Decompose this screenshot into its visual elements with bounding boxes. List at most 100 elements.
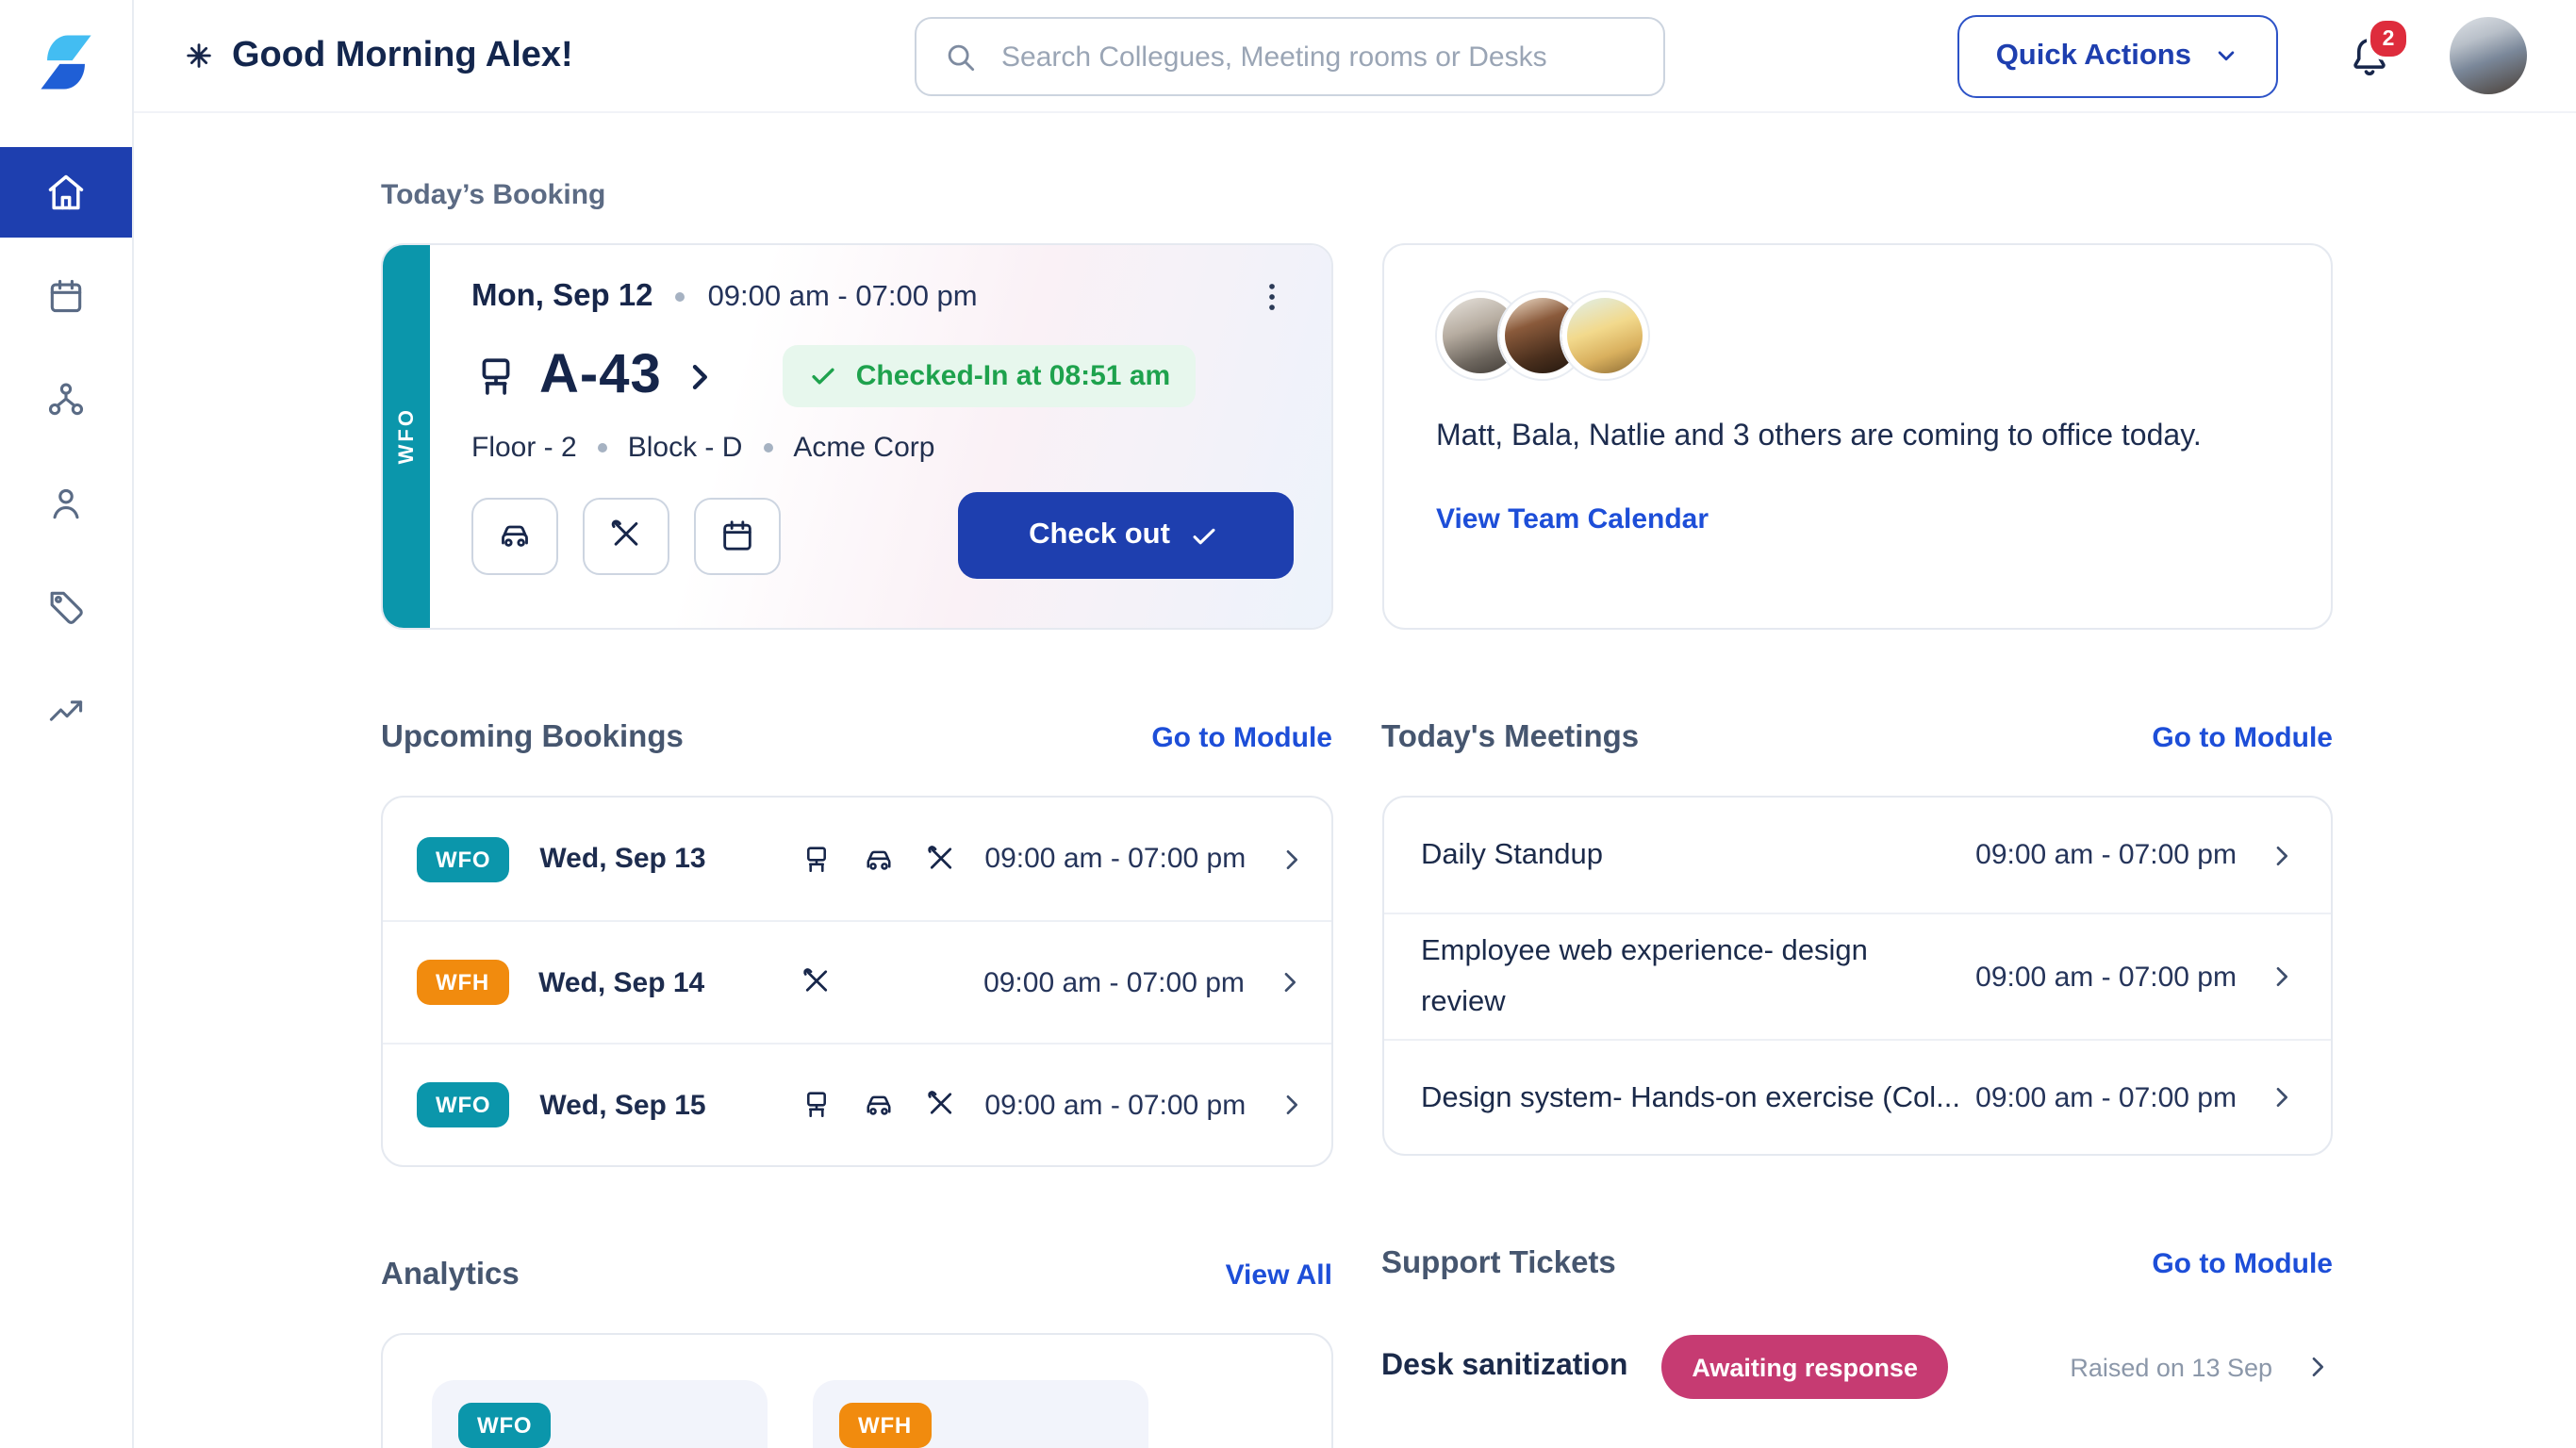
cutlery-icon bbox=[799, 965, 833, 999]
team-message: Matt, Bala, Natlie and 3 others are comi… bbox=[1436, 417, 2278, 457]
analytics-wfh-chip[interactable]: WFH bbox=[813, 1380, 1148, 1448]
desk-icon bbox=[471, 352, 520, 401]
app-logo[interactable] bbox=[30, 26, 102, 98]
booking-row-time: 09:00 am - 07:00 pm bbox=[984, 1089, 1246, 1121]
booking-row[interactable]: WFO Wed, Sep 15 09:00 am - 07:00 pm bbox=[383, 1043, 1330, 1165]
todays-meetings-title: Today's Meetings bbox=[1381, 719, 1639, 755]
meetings-go-to-module-link[interactable]: Go to Module bbox=[2152, 721, 2333, 753]
sidebar-item-tickets[interactable] bbox=[0, 562, 132, 652]
chevron-right-icon[interactable] bbox=[1275, 967, 1305, 997]
car-icon bbox=[496, 517, 534, 554]
booking-row[interactable]: WFO Wed, Sep 13 09:00 am - 07:00 pm bbox=[383, 798, 1330, 920]
right-column: Matt, Bala, Natlie and 3 others are comi… bbox=[1381, 113, 2333, 1448]
greeting-text: Good Morning Alex! bbox=[232, 35, 573, 76]
dot-separator bbox=[598, 443, 607, 452]
desk-icon bbox=[800, 1088, 834, 1122]
sidebar-item-people[interactable] bbox=[0, 458, 132, 549]
sparkle-icon bbox=[183, 40, 215, 72]
cutlery-icon bbox=[924, 842, 958, 876]
meeting-row[interactable]: Employee web experience- design review 0… bbox=[1383, 913, 2331, 1040]
wfo-badge: WFO bbox=[417, 1082, 509, 1127]
meal-service-button[interactable] bbox=[583, 497, 669, 574]
booking-menu-button[interactable] bbox=[1249, 275, 1293, 319]
search-icon bbox=[943, 39, 979, 74]
todays-meetings-card: Daily Standup 09:00 am - 07:00 pm Employ… bbox=[1381, 796, 2333, 1157]
booking-row-date: Wed, Sep 15 bbox=[539, 1089, 735, 1121]
notifications-button[interactable]: 2 bbox=[2346, 32, 2393, 79]
desk-details-chevron[interactable] bbox=[681, 357, 718, 395]
analytics-title: Analytics bbox=[381, 1257, 520, 1292]
sidebar-item-bookings[interactable] bbox=[0, 251, 132, 341]
calendar-service-button[interactable] bbox=[694, 497, 781, 574]
sidebar-item-home[interactable] bbox=[0, 147, 132, 238]
meeting-time: 09:00 am - 07:00 pm bbox=[1975, 961, 2237, 993]
sidebar-nav bbox=[0, 147, 132, 769]
sidebar-item-teams[interactable] bbox=[0, 354, 132, 445]
transport-service-button[interactable] bbox=[471, 497, 558, 574]
support-tickets-title: Support Tickets bbox=[1381, 1246, 1616, 1282]
search-box[interactable] bbox=[915, 17, 1665, 96]
desk-icon bbox=[800, 842, 834, 876]
chevron-right-icon[interactable] bbox=[2303, 1353, 2333, 1383]
user-avatar[interactable] bbox=[2450, 17, 2527, 94]
analytics-card: WFO WFH bbox=[381, 1333, 1332, 1448]
meeting-row[interactable]: Design system- Hands-on exercise (Col...… bbox=[1383, 1040, 2331, 1155]
booking-date: Mon, Sep 12 bbox=[471, 279, 653, 315]
booking-time: 09:00 am - 07:00 pm bbox=[708, 280, 978, 314]
person-icon bbox=[45, 483, 87, 524]
analytics-wfo-chip[interactable]: WFO bbox=[432, 1380, 768, 1448]
sidebar-item-analytics[interactable] bbox=[0, 666, 132, 756]
tag-icon bbox=[45, 586, 87, 628]
checkin-text: Checked-In at 08:51 am bbox=[856, 360, 1171, 392]
kebab-icon bbox=[1253, 279, 1289, 315]
home-icon bbox=[45, 172, 87, 213]
ticket-raised-date: Raised on 13 Sep bbox=[2070, 1354, 2272, 1382]
check-out-label: Check out bbox=[1029, 518, 1170, 552]
section-title-todays-booking: Today’s Booking bbox=[381, 177, 1332, 215]
checkin-status: Checked-In at 08:51 am bbox=[783, 345, 1196, 407]
tickets-go-to-module-link[interactable]: Go to Module bbox=[2152, 1248, 2333, 1280]
logo-icon bbox=[30, 26, 102, 98]
check-out-button[interactable]: Check out bbox=[957, 492, 1293, 579]
desk-number: A-43 bbox=[539, 345, 662, 407]
todays-booking-card: WFO Mon, Sep 12 09:00 am - 07:00 pm bbox=[381, 243, 1332, 630]
quick-actions-button[interactable]: Quick Actions bbox=[1958, 14, 2278, 97]
ticket-status-badge: Awaiting response bbox=[1661, 1336, 1948, 1400]
main-area: Good Morning Alex! Quick Actions 2 bbox=[134, 0, 2576, 1448]
booking-row-services bbox=[800, 842, 984, 876]
meeting-time: 09:00 am - 07:00 pm bbox=[1975, 839, 2237, 871]
chevron-right-icon[interactable] bbox=[2267, 840, 2297, 870]
chevron-right-icon[interactable] bbox=[2267, 1083, 2297, 1113]
booking-row-date: Wed, Sep 14 bbox=[538, 966, 735, 998]
quick-actions-label: Quick Actions bbox=[1996, 39, 2191, 73]
booking-row-services bbox=[800, 1088, 984, 1122]
booking-row[interactable]: WFH Wed, Sep 14 09:00 am - 07:00 pm bbox=[383, 920, 1330, 1043]
dot-separator bbox=[763, 443, 772, 452]
chevron-right-icon[interactable] bbox=[2267, 962, 2297, 992]
notification-badge: 2 bbox=[2367, 17, 2410, 60]
upcoming-go-to-module-link[interactable]: Go to Module bbox=[1151, 721, 1332, 753]
wfo-badge: WFO bbox=[458, 1403, 551, 1448]
calendar-icon bbox=[718, 517, 756, 554]
app-root: Good Morning Alex! Quick Actions 2 bbox=[0, 0, 2576, 1448]
analytics-view-all-link[interactable]: View All bbox=[1226, 1259, 1332, 1291]
meeting-row[interactable]: Daily Standup 09:00 am - 07:00 pm bbox=[1383, 798, 2331, 913]
ticket-row[interactable]: Desk sanitization Awaiting response Rais… bbox=[1381, 1323, 2333, 1413]
trending-up-icon bbox=[45, 690, 87, 732]
dashboard-content: Today’s Booking WFO Mon, Sep 12 09:00 am… bbox=[134, 113, 2576, 1448]
calendar-icon bbox=[45, 275, 87, 317]
booking-company: Acme Corp bbox=[793, 432, 934, 464]
check-icon bbox=[1189, 519, 1221, 551]
search-input[interactable] bbox=[998, 39, 1637, 74]
chevron-right-icon[interactable] bbox=[1276, 1090, 1306, 1120]
dot-separator bbox=[676, 292, 685, 302]
cutlery-icon bbox=[924, 1088, 958, 1122]
view-team-calendar-link[interactable]: View Team Calendar bbox=[1436, 502, 1709, 535]
chevron-right-icon[interactable] bbox=[1276, 844, 1306, 874]
car-icon bbox=[862, 1088, 896, 1122]
avatar[interactable] bbox=[1560, 292, 1647, 379]
upcoming-bookings-card: WFO Wed, Sep 13 09:00 am - 07:00 pm bbox=[381, 796, 1332, 1167]
booking-row-services bbox=[799, 965, 983, 999]
wfh-badge: WFH bbox=[417, 960, 508, 1005]
team-avatars bbox=[1436, 292, 2278, 379]
